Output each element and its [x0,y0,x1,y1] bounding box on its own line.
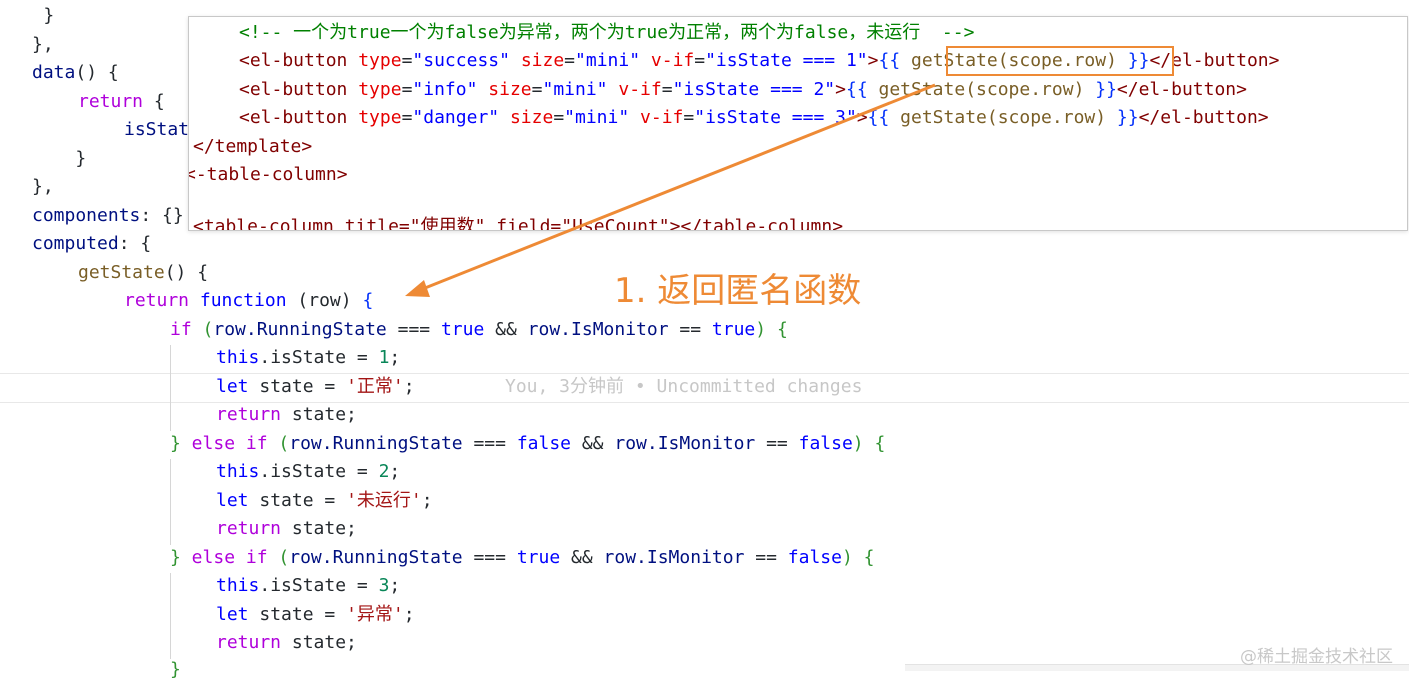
watermark: @稀土掘金技术社区 [1240,647,1393,667]
annotation-label: 1. 返回匿名函数 [614,271,862,311]
annotation-arrow [405,83,936,297]
arrow-head-icon [405,280,430,297]
arrow-line [419,83,936,292]
